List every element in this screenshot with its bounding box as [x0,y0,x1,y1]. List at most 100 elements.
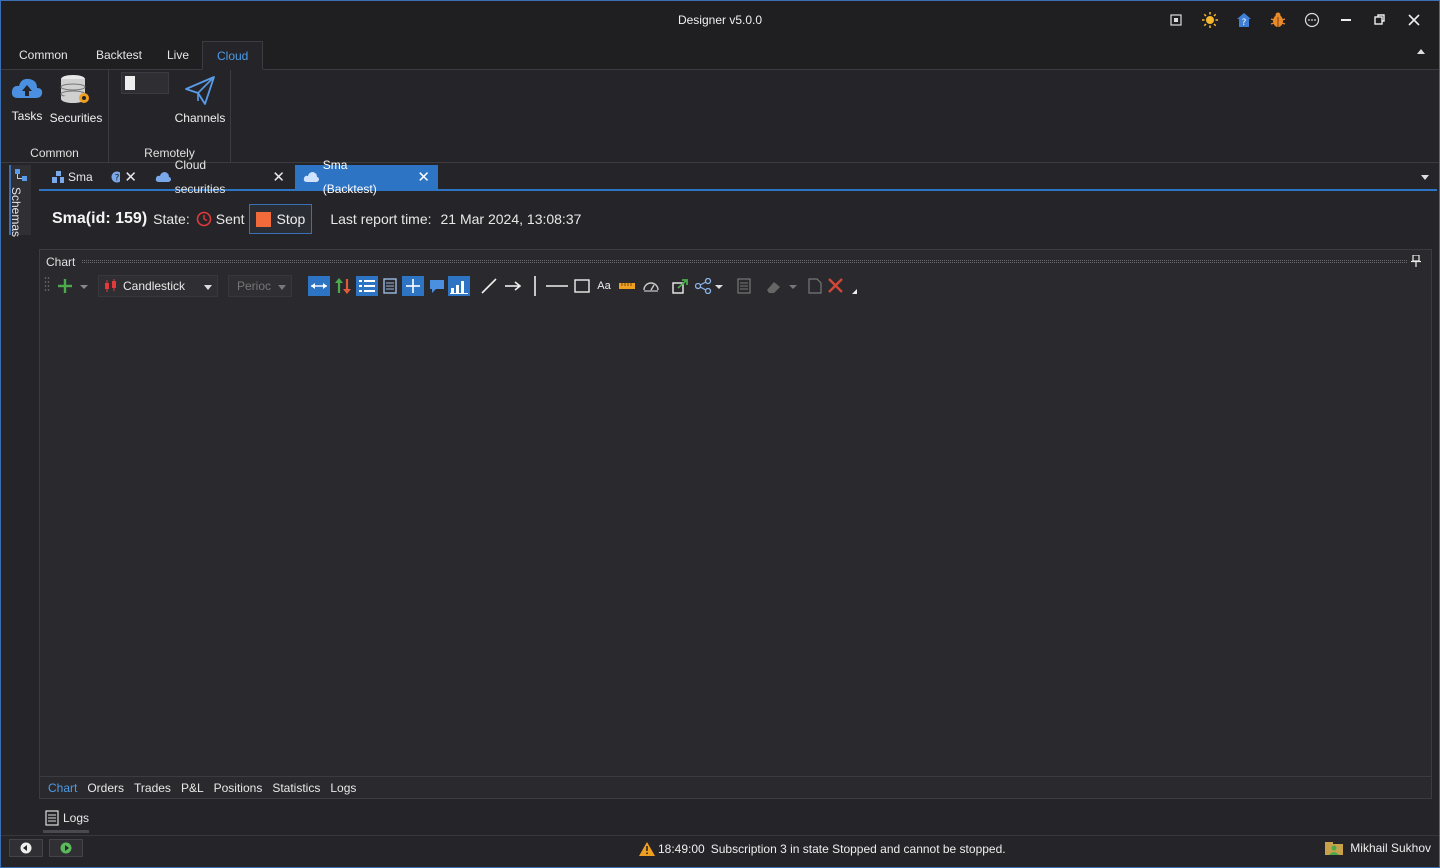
ribbon-tab-cloud[interactable]: Cloud [202,41,264,70]
add-element-button[interactable] [56,276,90,296]
back-button[interactable] [9,839,43,857]
close-tab-icon[interactable]: ✕ [272,170,285,185]
stop-button[interactable]: Stop [248,204,313,234]
restore-layout-icon[interactable] [1159,9,1193,31]
close-tab-icon[interactable]: ✕ [417,170,430,185]
remote-toggle[interactable] [121,72,169,94]
volume-toggle[interactable] [448,276,470,296]
export-icon [672,279,688,294]
draw-ray-tool[interactable] [502,276,524,296]
ribbon-group-common: Tasks Securities Common [1,70,109,163]
user-info[interactable]: Mikhail Sukhov [1324,840,1431,856]
theme-sun-icon[interactable] [1193,9,1227,31]
close-icon[interactable] [1397,9,1431,31]
tasks-button[interactable]: Tasks [9,74,45,123]
doc-tab-label: Sma [67,170,93,184]
draw-vertical-line-tool[interactable] [528,276,542,296]
chat-icon[interactable] [1295,9,1329,31]
doc-tab-sma[interactable]: Sma ? ✕ [43,165,145,189]
buy-sell-toggle[interactable] [332,276,354,296]
period-select[interactable]: Perioc [228,275,292,297]
tasks-label: Tasks [11,109,43,123]
tabs-menu-icon[interactable] [1421,175,1429,180]
group-label-common: Common [30,146,79,160]
draw-text-tool[interactable]: Aa [594,276,614,296]
horizontal-line-icon [546,285,568,287]
ribbon-tab-live[interactable]: Live [153,41,203,70]
clock-icon [196,211,212,227]
new-document-button[interactable] [806,276,824,296]
chart-canvas[interactable] [40,300,1431,776]
ribbon-tab-backtest[interactable]: Backtest [82,41,156,70]
cloud-icon [155,172,171,182]
title-bar: Designer v5.0.0 ? [1,1,1439,39]
logs-panel-label: Logs [63,811,90,825]
state-value-text: Sent [215,211,245,227]
strategy-title: Sma(id: 159) [52,210,148,227]
status-bar: 18:49:00 Subscription 3 in state Stopped… [1,835,1439,867]
bottom-tab-trades[interactable]: Trades [130,781,175,795]
ruler-tool[interactable] [616,276,638,296]
eraser-icon [767,282,797,293]
diagonal-line-icon [481,278,497,294]
settings-sheet-button[interactable] [734,276,754,296]
rectangle-icon [574,279,590,293]
share-button[interactable] [694,276,728,296]
tooltip-toggle[interactable] [426,276,448,296]
clear-chart-button[interactable] [826,276,860,296]
bottom-tab-pnl[interactable]: P&L [177,781,208,795]
volume-chart-icon [450,281,468,294]
close-tab-icon[interactable]: ✕ [124,170,137,185]
properties-button[interactable] [380,276,400,296]
arrow-right-icon [505,281,522,291]
draw-horizontal-line-tool[interactable] [544,276,570,296]
export-button[interactable] [670,276,692,296]
maximize-icon[interactable] [1363,9,1397,31]
minimize-icon[interactable] [1329,9,1363,31]
collapse-ribbon-icon[interactable] [1417,49,1425,54]
doc-tab-cloud-securities[interactable]: Cloud securities ✕ [147,158,293,196]
ribbon-body: Tasks Securities Common Channels Remotel… [1,70,1439,163]
stop-label: Stop [276,211,306,227]
paper-plane-icon [185,76,215,105]
pin-icon[interactable] [1411,255,1421,267]
chart-type-select[interactable]: Candlestick [98,275,218,297]
bug-report-icon[interactable] [1261,9,1295,31]
legend-toggle[interactable] [356,276,378,296]
chevron-down-icon [278,285,286,290]
list-icon [359,280,375,292]
report-time-value: 21 Mar 2024, 13:08:37 [440,211,582,227]
channels-button[interactable]: Channels [173,74,227,125]
help-home-icon[interactable]: ? [1227,9,1261,31]
help-circle-icon[interactable]: ? [111,171,121,183]
bottom-tab-statistics[interactable]: Statistics [268,781,324,795]
state-value: Sent [196,211,245,227]
bottom-tab-positions[interactable]: Positions [210,781,267,795]
user-folder-icon [1325,842,1344,855]
title-bar-icons: ? [1159,9,1431,31]
status-time: 18:49:00 [658,842,705,856]
logs-panel-tab[interactable]: Logs [39,805,239,833]
doc-tab-sma-backtest[interactable]: Sma (Backtest) ✕ [295,158,438,196]
crosshair-toggle[interactable] [402,276,424,296]
forward-button[interactable] [49,839,83,857]
period-placeholder: Perioc [237,279,272,293]
channels-label: Channels [174,111,226,125]
speedometer-tool[interactable] [640,276,662,296]
autoscroll-toggle[interactable] [308,276,330,296]
securities-button[interactable]: Securities [49,74,103,125]
schemas-side-tab[interactable]: Schemas [9,165,31,237]
draw-rectangle-tool[interactable] [572,276,592,296]
eraser-button[interactable] [764,276,800,296]
ribbon-tab-common[interactable]: Common [5,41,82,70]
bottom-tab-logs[interactable]: Logs [326,781,360,795]
stop-square-icon [255,211,271,227]
status-text: Subscription 3 in state Stopped and cann… [710,842,1006,856]
ribbon-tabs: Common Backtest Live Cloud [1,39,1439,70]
draw-line-tool[interactable] [478,276,500,296]
chart-panel: Chart Candlestick Perioc Aa Chart Orders… [39,249,1432,799]
bottom-tab-chart[interactable]: Chart [44,781,81,795]
bottom-tab-orders[interactable]: Orders [83,781,128,795]
blank-document-icon [808,278,822,294]
panel-drag-grip[interactable] [82,260,1407,263]
